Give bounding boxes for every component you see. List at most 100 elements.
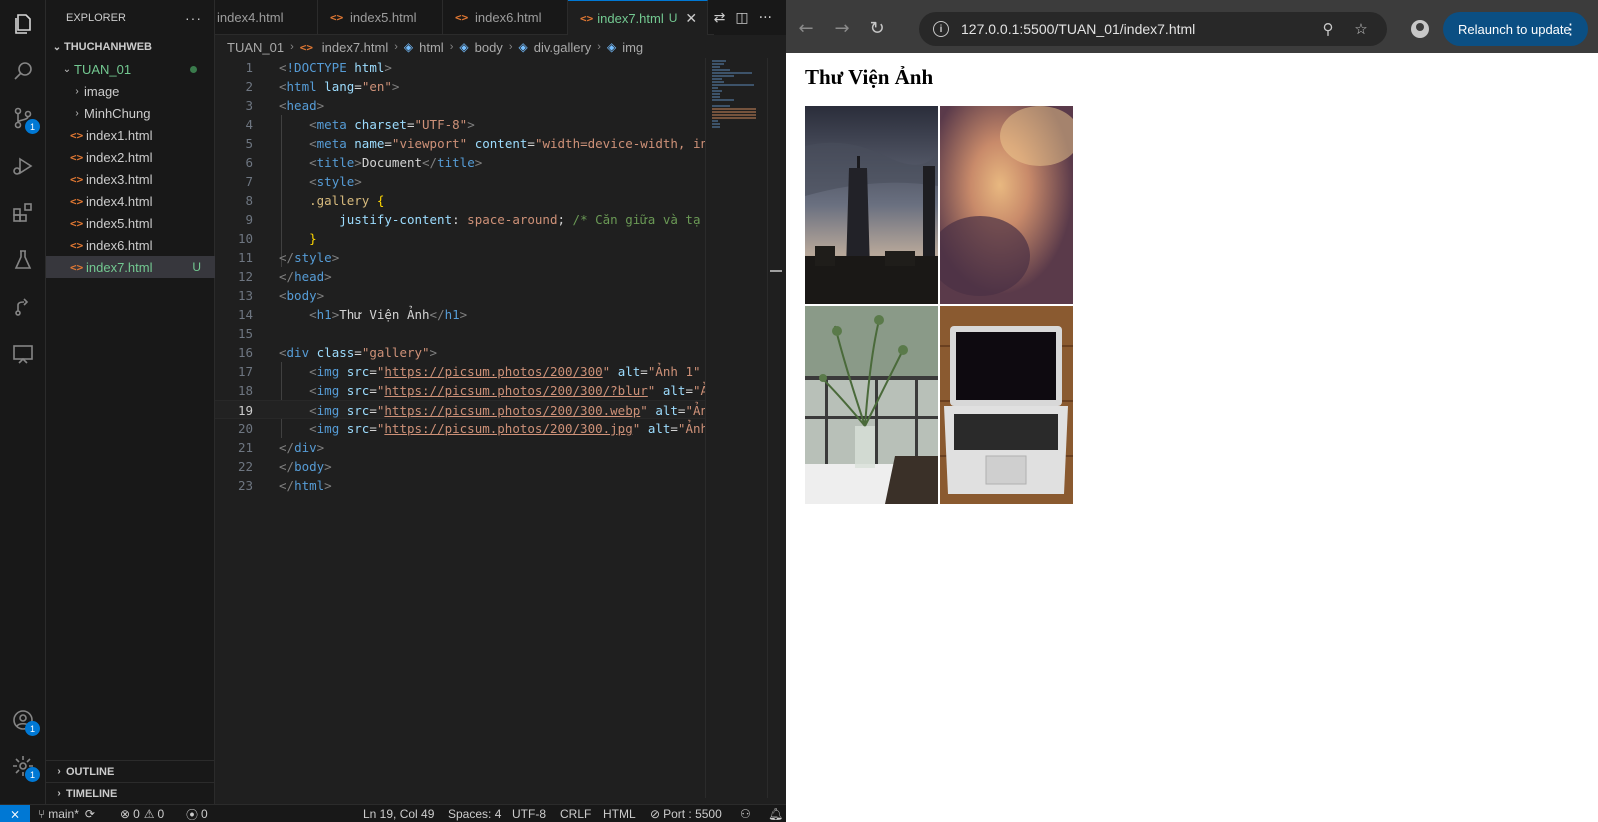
file-index4[interactable]: <> index4.html: [46, 190, 215, 212]
chevron-down-icon: ⌄: [52, 41, 62, 53]
reload-icon[interactable]: ↻: [865, 16, 889, 40]
bookmark-star-icon[interactable]: ☆: [1352, 20, 1370, 38]
gallery-image-blur: [940, 106, 1073, 304]
settings-gear-icon[interactable]: 1: [9, 752, 40, 782]
editor-actions: ⇄ ◫ ···: [713, 0, 786, 35]
breadcrumb-item[interactable]: img: [622, 40, 643, 55]
code-line: 22 </body>: [237, 459, 332, 474]
run-debug-icon[interactable]: [9, 152, 37, 180]
code-line: 17 <img src="https://picsum.photos/200/3…: [237, 364, 701, 379]
h1-text: Thư Viện Ảnh: [339, 307, 430, 322]
file-index2[interactable]: <> index2.html: [46, 146, 215, 168]
relaunch-button[interactable]: Relaunch to update ⋮: [1443, 12, 1588, 46]
status-bar: ⨯ ⑂ main* ⟳ ⊗ 0 ⚠ 0 ⦿ 0 Ln 19, Col 49 Sp…: [0, 804, 786, 822]
workspace-root[interactable]: ⌄ THUCHANHWEB: [46, 36, 215, 58]
code-editor[interactable]: 1 <!DOCTYPE html> 2 <html lang="en"> 3 <hea…: [215, 58, 705, 798]
ports-count: 0: [201, 807, 208, 821]
url-text: 127.0.0.1:5500/TUAN_01/index7.html: [961, 21, 1196, 37]
code-line: 13 <body>: [237, 288, 325, 303]
encoding[interactable]: UTF-8: [512, 805, 546, 822]
breadcrumb-item[interactable]: body: [475, 40, 503, 55]
folder-tuan01[interactable]: ⌄ TUAN_01: [46, 58, 215, 80]
breadcrumb-item[interactable]: div.gallery: [534, 40, 592, 55]
tab-index6[interactable]: <> index6.html: [443, 0, 568, 35]
file-index1[interactable]: <> index1.html: [46, 124, 215, 146]
split-editor-icon[interactable]: ◫: [735, 10, 748, 26]
tab-label: index5.html: [350, 10, 417, 25]
remote-indicator-icon[interactable]: ⨯: [0, 805, 30, 822]
testing-icon[interactable]: [9, 246, 37, 274]
tab-label: index4.html: [217, 10, 284, 25]
folder-label: image: [84, 83, 120, 99]
outline-section[interactable]: › OUTLINE: [46, 760, 215, 782]
symbol-icon: ◈: [518, 40, 528, 54]
breadcrumb-item[interactable]: index7.html: [322, 40, 388, 55]
html-file-icon: <>: [299, 40, 313, 54]
file-index6[interactable]: <> index6.html: [46, 234, 215, 256]
source-control-icon[interactable]: 1: [9, 104, 40, 134]
close-icon[interactable]: ✕: [685, 10, 697, 27]
folder-image[interactable]: › image: [46, 80, 215, 102]
profile-avatar-icon[interactable]: [1411, 20, 1429, 38]
line-ending[interactable]: CRLF: [560, 805, 591, 822]
folder-label: TUAN_01: [74, 61, 132, 77]
file-index7[interactable]: <> index7.html U: [46, 256, 215, 278]
chevron-right-icon: ›: [449, 41, 454, 53]
problems-status[interactable]: ⊗ 0 ⚠ 0: [120, 805, 164, 822]
workspace-name: THUCHANHWEB: [64, 41, 152, 53]
html-file-icon: <>: [330, 11, 344, 24]
code-line: 12 </head>: [237, 269, 332, 284]
address-bar[interactable]: i 127.0.0.1:5500/TUAN_01/index7.html ⚲ ☆: [919, 12, 1387, 46]
tab-index4[interactable]: index4.html: [215, 0, 318, 35]
file-index3[interactable]: <> index3.html: [46, 168, 215, 190]
forward-arrow-icon[interactable]: →: [830, 16, 854, 40]
file-index5[interactable]: <> index5.html: [46, 212, 215, 234]
more-menu-icon[interactable]: ⋮: [1563, 20, 1578, 38]
copilot-icon[interactable]: ⚇: [740, 805, 751, 822]
zoom-icon[interactable]: ⚲: [1319, 20, 1337, 38]
code-line: 5 <meta name="viewport" content="width=d…: [245, 136, 705, 151]
search-icon[interactable]: [9, 57, 37, 85]
sync-icon[interactable]: ⟳: [85, 807, 95, 821]
code-comment: /* Căn giữa và tạ: [572, 212, 701, 227]
code-line: 3 <head>: [245, 98, 325, 113]
file-label: index2.html: [86, 149, 153, 165]
git-graph-icon[interactable]: [9, 293, 37, 321]
more-actions-icon[interactable]: ···: [185, 10, 202, 26]
more-actions-icon[interactable]: ···: [759, 10, 772, 26]
file-label: index7.html: [86, 259, 153, 275]
branch-status[interactable]: ⑂ main* ⟳: [38, 805, 95, 822]
indentation[interactable]: Spaces: 4: [448, 805, 501, 822]
chevron-right-icon: ›: [75, 107, 79, 119]
editor-area: index4.html <> index5.html <> index6.htm…: [215, 0, 786, 804]
explorer-icon[interactable]: [9, 10, 37, 38]
scroll-cursor-marker: [770, 270, 782, 272]
accounts-icon[interactable]: 1: [9, 706, 40, 736]
cursor-position[interactable]: Ln 19, Col 49: [363, 805, 434, 822]
code-line: 8 .gallery {: [245, 193, 385, 208]
untracked-badge: U: [192, 260, 201, 274]
ports-status[interactable]: ⦿ 0: [186, 805, 208, 822]
tab-index7[interactable]: <> index7.html U ✕: [568, 0, 708, 35]
chevron-right-icon: ›: [290, 41, 294, 53]
breadcrumb-item[interactable]: html: [419, 40, 444, 55]
language-mode[interactable]: HTML: [603, 805, 636, 822]
timeline-section[interactable]: › TIMELINE: [46, 782, 215, 804]
chevron-right-icon: ›: [597, 41, 601, 53]
minimap[interactable]: [705, 58, 767, 798]
editor-scrollbar[interactable]: [767, 58, 782, 798]
live-server-status[interactable]: ⊘ Port : 5500: [650, 805, 722, 822]
remote-explorer-icon[interactable]: [9, 340, 37, 368]
compare-changes-icon[interactable]: ⇄: [714, 10, 726, 26]
html-file-icon: <>: [70, 260, 84, 274]
live-server-port: Port : 5500: [663, 807, 722, 821]
site-info-icon[interactable]: i: [933, 21, 949, 37]
extensions-icon[interactable]: [9, 199, 37, 227]
code-line: 1 <!DOCTYPE html>: [245, 60, 392, 75]
tab-index5[interactable]: <> index5.html: [318, 0, 443, 35]
back-arrow-icon[interactable]: ←: [794, 16, 818, 40]
notifications-bell-icon[interactable]: 🔔︎: [768, 805, 783, 822]
code-line: 21 </div>: [237, 440, 325, 455]
folder-minhchung[interactable]: › MinhChung: [46, 102, 215, 124]
breadcrumb-item[interactable]: TUAN_01: [227, 40, 284, 55]
